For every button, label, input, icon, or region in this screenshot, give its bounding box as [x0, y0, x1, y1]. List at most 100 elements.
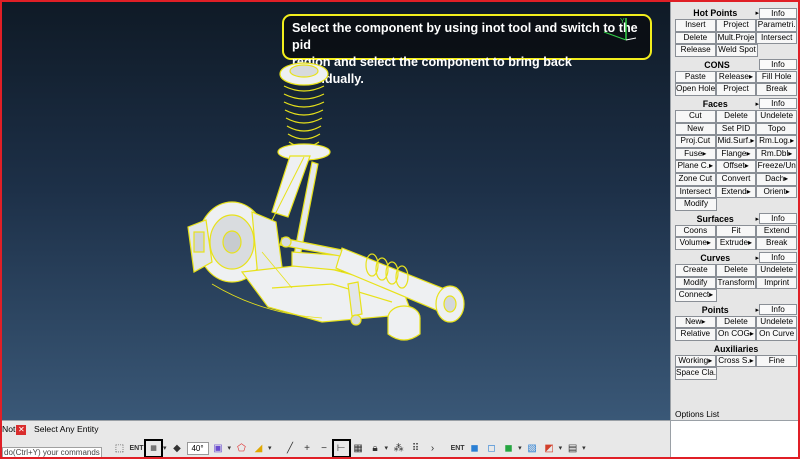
graphics-viewport[interactable]: Select the component by using inot tool …	[2, 2, 670, 420]
entity-ent-icon[interactable]: ENT	[129, 441, 144, 456]
pid-select-icon[interactable]: ▦	[144, 438, 163, 457]
panel-button[interactable]: Space Cla.	[675, 367, 717, 381]
panel-button[interactable]: Insert	[675, 19, 716, 32]
chevron-down-icon[interactable]: ▾	[228, 444, 232, 452]
eraser-icon[interactable]: ◆	[170, 441, 185, 456]
panel-button[interactable]: Offset▸	[715, 160, 757, 173]
section-title[interactable]: Auxiliaries	[675, 344, 797, 354]
panel-button[interactable]: Project	[715, 83, 757, 96]
section-title[interactable]: Points	[675, 305, 755, 315]
line-icon[interactable]: ╱	[283, 441, 298, 456]
cube-shaded-icon[interactable]: ◼	[467, 441, 482, 456]
cube-grid-icon[interactable]: ▧	[525, 441, 540, 456]
command-input[interactable]: do(Ctrl+Y) your commands	[2, 447, 102, 457]
panel-button[interactable]: Release▸	[715, 70, 757, 84]
suspension-model[interactable]	[172, 52, 482, 352]
panel-button[interactable]: Cross S.▸	[715, 354, 757, 368]
pipe-select-icon[interactable]: ⊢	[331, 438, 351, 457]
info-button[interactable]: Info	[759, 59, 797, 71]
lock-icon[interactable]: 🔒︎	[368, 441, 383, 456]
polygon-select-icon[interactable]: ⬠	[234, 441, 249, 456]
cube-wire-icon[interactable]: ◻	[484, 441, 499, 456]
panel-button[interactable]: Dach▸	[756, 172, 798, 186]
chevron-down-icon[interactable]: ▾	[385, 444, 389, 452]
panel-button[interactable]: Delete	[715, 263, 757, 277]
nodes-icon[interactable]: ⠿	[408, 441, 423, 456]
panel-button[interactable]: Undelete	[756, 109, 798, 123]
panel-button[interactable]: New	[675, 122, 716, 136]
panel-button[interactable]: New▸	[675, 315, 716, 329]
panel-button[interactable]: Intersect	[756, 31, 798, 45]
panel-button[interactable]: Weld Spot	[716, 44, 758, 57]
close-icon[interactable]: ✕	[16, 424, 27, 435]
info-button[interactable]: Info	[759, 304, 797, 316]
section-title[interactable]: Surfaces	[675, 214, 755, 224]
section-title[interactable]: CONS	[675, 60, 759, 70]
section-title[interactable]: Hot Points	[675, 8, 755, 18]
panel-button[interactable]: Fill Hole	[756, 70, 798, 84]
panel-button[interactable]: Break	[756, 83, 798, 96]
panel-button[interactable]: On Curve	[756, 328, 798, 341]
box-select-icon[interactable]: ⬚	[112, 441, 127, 456]
panel-button[interactable]: Undelete	[756, 315, 798, 329]
panel-button[interactable]: Paste	[675, 70, 716, 84]
panel-button[interactable]: Delete	[715, 109, 757, 123]
chevron-down-icon[interactable]: ▾	[582, 444, 586, 452]
zoom-angle-field[interactable]: 40°	[186, 441, 209, 455]
chevron-down-icon[interactable]: ▾	[518, 444, 522, 452]
panel-button[interactable]: Parametri.	[756, 19, 798, 32]
info-button[interactable]: Info	[759, 252, 797, 264]
panel-button[interactable]: Release	[675, 44, 717, 57]
panel-button[interactable]: Set PID	[715, 122, 757, 136]
panel-button[interactable]: Break	[756, 237, 798, 250]
panel-button[interactable]: Working▸	[675, 354, 716, 368]
panel-button[interactable]: Modify	[675, 198, 717, 211]
panel-button[interactable]: Mult.Proje	[715, 31, 757, 45]
minus-icon[interactable]: −	[317, 441, 332, 456]
network-icon[interactable]: ⁂	[391, 441, 406, 456]
panel-button[interactable]: Relative	[675, 328, 716, 341]
panel-button[interactable]: Flange▸	[715, 147, 757, 161]
panel-button[interactable]: Cut	[675, 109, 716, 123]
panel-button[interactable]: Convert	[715, 172, 757, 186]
panel-button[interactable]: Intersect	[675, 185, 716, 199]
panel-button[interactable]: Delete	[715, 315, 757, 329]
cube-stack-icon[interactable]: ▤	[565, 441, 580, 456]
chevron-down-icon[interactable]: ▾	[163, 444, 167, 452]
panel-button[interactable]: Extrude▸	[715, 237, 757, 250]
panel-button[interactable]: Topo	[756, 122, 798, 136]
panel-button[interactable]: On COG▸	[715, 328, 757, 341]
cube-color-icon[interactable]: ◼	[501, 441, 516, 456]
info-button[interactable]: Info	[759, 7, 797, 19]
chevron-down-icon[interactable]: ▾	[559, 444, 563, 452]
panel-button[interactable]: Zone Cut	[675, 172, 716, 186]
panel-button[interactable]: Create	[675, 263, 716, 277]
panel-button[interactable]: Project	[715, 19, 757, 32]
panel-button[interactable]: Fit	[715, 224, 757, 238]
coil-spring[interactable]	[283, 85, 325, 148]
panel-button[interactable]: Rm.Log.▸	[756, 135, 798, 148]
panel-button[interactable]: Undelete	[756, 263, 798, 277]
info-button[interactable]: Info	[759, 213, 797, 225]
plus-icon[interactable]: +	[300, 441, 315, 456]
panel-button[interactable]: Open Hole	[675, 83, 716, 96]
chevron-right-icon[interactable]: ›	[425, 441, 440, 456]
panel-button[interactable]: Imprint	[756, 276, 798, 290]
panel-button[interactable]: Plane C.▸	[675, 160, 716, 173]
section-title[interactable]: Curves	[675, 253, 755, 263]
panel-button[interactable]: Delete	[675, 31, 716, 45]
panel-button[interactable]: Modify	[675, 276, 716, 290]
panel-button[interactable]: Fine	[756, 354, 798, 368]
grid-icon[interactable]: ▦	[351, 441, 366, 456]
panel-button[interactable]: Mid.Surf.▸	[715, 135, 757, 148]
panel-button[interactable]: Rm.Dbl▸	[756, 147, 798, 161]
panel-button[interactable]: Extend▸	[715, 185, 757, 199]
frame-icon[interactable]: ▣	[211, 441, 226, 456]
panel-button[interactable]: Coons	[675, 224, 716, 238]
panel-button[interactable]: Extend	[756, 224, 798, 238]
panel-button[interactable]: Volume▸	[675, 237, 716, 250]
cube-multi-icon[interactable]: ◩	[542, 441, 557, 456]
panel-button[interactable]: Transform	[715, 276, 757, 290]
panel-button[interactable]: Connect▸	[675, 289, 717, 302]
chevron-down-icon[interactable]: ▾	[268, 444, 272, 452]
